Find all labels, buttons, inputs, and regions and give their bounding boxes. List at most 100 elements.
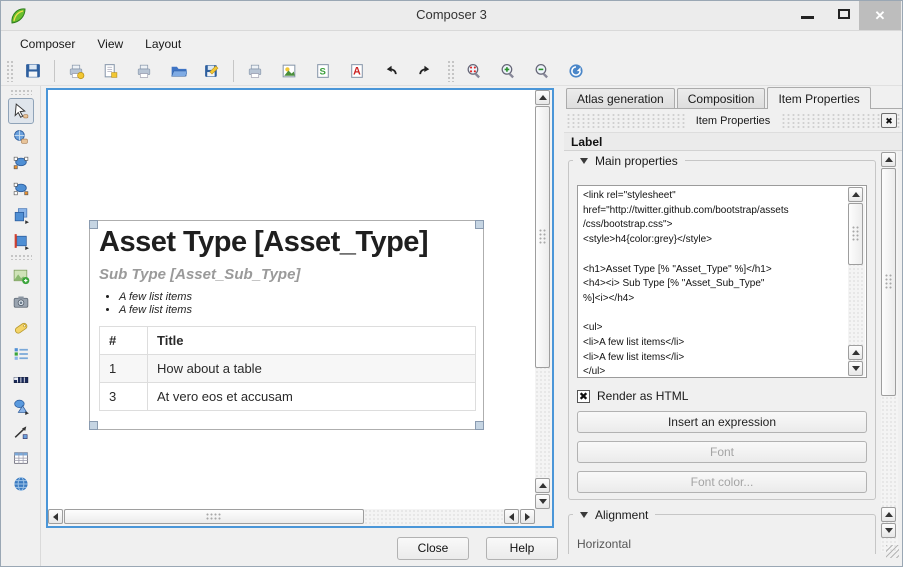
table-cell: How about a table	[148, 355, 476, 383]
close-dialog-button[interactable]: Close	[397, 537, 469, 560]
export-as-image-icon[interactable]	[277, 59, 301, 83]
save-project-icon[interactable]	[21, 59, 45, 83]
menu-layout[interactable]: Layout	[134, 34, 192, 54]
dock-tabs: Atlas generationCompositionItem Properti…	[566, 88, 902, 109]
composition-canvas[interactable]: Asset Type [Asset_Type] Sub Type [Asset_…	[46, 88, 554, 528]
collapse-arrow-icon[interactable]	[580, 512, 588, 518]
scroll-left-button[interactable]	[48, 509, 63, 524]
align-items-icon[interactable]	[8, 228, 34, 254]
editor-vertical-scrollbar[interactable]	[848, 187, 865, 376]
main-properties-title[interactable]: Main properties	[573, 153, 685, 169]
panel-vertical-scrollbar[interactable]	[881, 152, 898, 552]
add-image-icon[interactable]	[8, 289, 34, 315]
main-properties-group: Main properties <link rel="stylesheet" h…	[568, 160, 876, 500]
scroll-up-button[interactable]	[881, 507, 896, 522]
add-new-map-icon[interactable]	[8, 263, 34, 289]
label-html-source[interactable]: <link rel="stylesheet" href="http://twit…	[583, 189, 845, 374]
toolbar-handle[interactable]	[6, 60, 13, 82]
add-label-icon[interactable]	[8, 315, 34, 341]
selection-handle[interactable]	[89, 220, 98, 229]
scrollbar-thumb[interactable]	[848, 203, 863, 265]
scrollbar-thumb[interactable]	[881, 168, 896, 396]
label-text-editor[interactable]: <link rel="stylesheet" href="http://twit…	[577, 185, 867, 378]
toolbar: SA	[1, 56, 902, 86]
add-shape-icon[interactable]	[8, 393, 34, 419]
scrollbar-thumb[interactable]	[64, 509, 364, 524]
table-cell: 3	[100, 383, 148, 411]
scroll-down-button[interactable]	[535, 494, 550, 509]
toolbar-handle[interactable]	[10, 89, 32, 95]
item-type-header: Label	[564, 132, 902, 151]
duplicate-composer-icon[interactable]	[98, 59, 122, 83]
selection-handle[interactable]	[89, 421, 98, 430]
add-html-frame-icon[interactable]	[8, 471, 34, 497]
horizontal-label: Horizontal	[577, 537, 867, 551]
zoom-full-icon[interactable]	[462, 59, 486, 83]
save-as-template-icon[interactable]	[200, 59, 224, 83]
menu-view[interactable]: View	[86, 34, 134, 54]
ungroup-items-icon[interactable]	[8, 176, 34, 202]
undo-icon[interactable]	[379, 59, 403, 83]
toolbar-handle[interactable]	[10, 254, 32, 260]
export-as-svg-icon[interactable]: S	[311, 59, 335, 83]
help-button[interactable]: Help	[486, 537, 558, 560]
tab-composition[interactable]: Composition	[677, 88, 766, 108]
item-properties-dock: Atlas generationCompositionItem Properti…	[564, 86, 902, 566]
add-scalebar-icon[interactable]	[8, 367, 34, 393]
menubar: ComposerViewLayout	[1, 31, 902, 56]
tab-atlas-generation[interactable]: Atlas generation	[566, 88, 675, 108]
add-arrow-icon[interactable]	[8, 419, 34, 445]
insert-an-expression-button[interactable]: Insert an expression	[577, 411, 867, 433]
load-from-template-icon[interactable]	[166, 59, 190, 83]
minimize-button[interactable]	[801, 16, 814, 19]
scroll-up-button[interactable]	[535, 478, 550, 493]
toolbar-handle[interactable]	[447, 60, 454, 82]
add-legend-icon[interactable]	[8, 341, 34, 367]
selection-handle[interactable]	[475, 421, 484, 430]
render-as-html-row[interactable]: ✖ Render as HTML	[577, 389, 867, 403]
redo-icon[interactable]	[413, 59, 437, 83]
dock-close-icon[interactable]: ✖	[881, 113, 897, 128]
export-as-pdf-icon[interactable]: A	[345, 59, 369, 83]
collapse-arrow-icon[interactable]	[580, 158, 588, 164]
select-move-item-icon[interactable]	[8, 98, 34, 124]
selection-handle[interactable]	[475, 220, 484, 229]
scroll-up-button[interactable]	[881, 152, 896, 167]
canvas-horizontal-scrollbar[interactable]	[48, 509, 535, 526]
dock-titlebar[interactable]: Item Properties ✖	[566, 113, 900, 129]
table-row: 3At vero eos et accusam	[100, 383, 476, 411]
scrollbar-thumb[interactable]	[535, 106, 550, 368]
canvas-vertical-scrollbar[interactable]	[535, 90, 552, 509]
composer-manager-icon[interactable]	[132, 59, 156, 83]
scroll-down-button[interactable]	[848, 361, 863, 376]
print-icon[interactable]	[243, 59, 267, 83]
group-items-icon[interactable]	[8, 150, 34, 176]
alignment-title[interactable]: Alignment	[573, 507, 655, 523]
move-item-content-icon[interactable]	[8, 124, 34, 150]
scroll-up-button[interactable]	[848, 187, 863, 202]
item-toolbox	[1, 86, 41, 566]
new-composer-icon[interactable]	[64, 59, 88, 83]
tab-item-properties[interactable]: Item Properties	[767, 87, 870, 109]
zoom-in-icon[interactable]	[496, 59, 520, 83]
resize-grip[interactable]	[886, 545, 899, 558]
close-button[interactable]: ✕	[859, 1, 901, 30]
menu-composer[interactable]: Composer	[9, 34, 86, 54]
rendered-list: A few list itemsA few list items	[119, 291, 474, 316]
scroll-up-button[interactable]	[535, 90, 550, 105]
list-item: A few list items	[119, 291, 474, 303]
svg-text:A: A	[353, 65, 361, 77]
scroll-down-button[interactable]	[881, 523, 896, 538]
label-item[interactable]: Asset Type [Asset_Type] Sub Type [Asset_…	[89, 220, 484, 430]
refresh-view-icon[interactable]	[564, 59, 588, 83]
add-attribute-table-icon[interactable]	[8, 445, 34, 471]
scroll-up-button[interactable]	[848, 345, 863, 360]
list-item: A few list items	[119, 304, 474, 316]
render-as-html-checkbox[interactable]: ✖	[577, 390, 590, 403]
maximize-button[interactable]	[838, 9, 850, 19]
scroll-right-button[interactable]	[520, 509, 535, 524]
property-buttons: Insert an expressionFontFont color...	[577, 411, 867, 493]
scroll-left-button[interactable]	[504, 509, 519, 524]
raise-items-icon[interactable]	[8, 202, 34, 228]
zoom-out-icon[interactable]	[530, 59, 554, 83]
